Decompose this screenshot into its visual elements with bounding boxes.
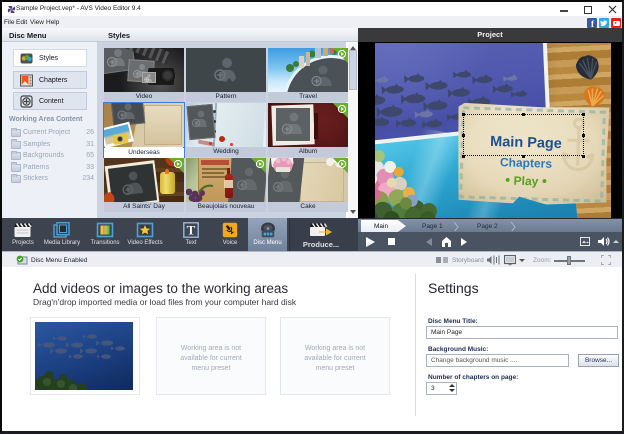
svg-text:T: T (187, 223, 196, 238)
